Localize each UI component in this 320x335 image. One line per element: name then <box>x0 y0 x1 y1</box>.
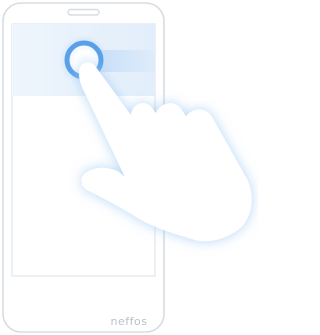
brand-logo-text: neffos <box>110 315 148 328</box>
illustration-svg <box>2 2 252 333</box>
phone-tutorial-illustration: neffos <box>0 0 258 335</box>
speaker-slot-icon <box>67 8 100 16</box>
